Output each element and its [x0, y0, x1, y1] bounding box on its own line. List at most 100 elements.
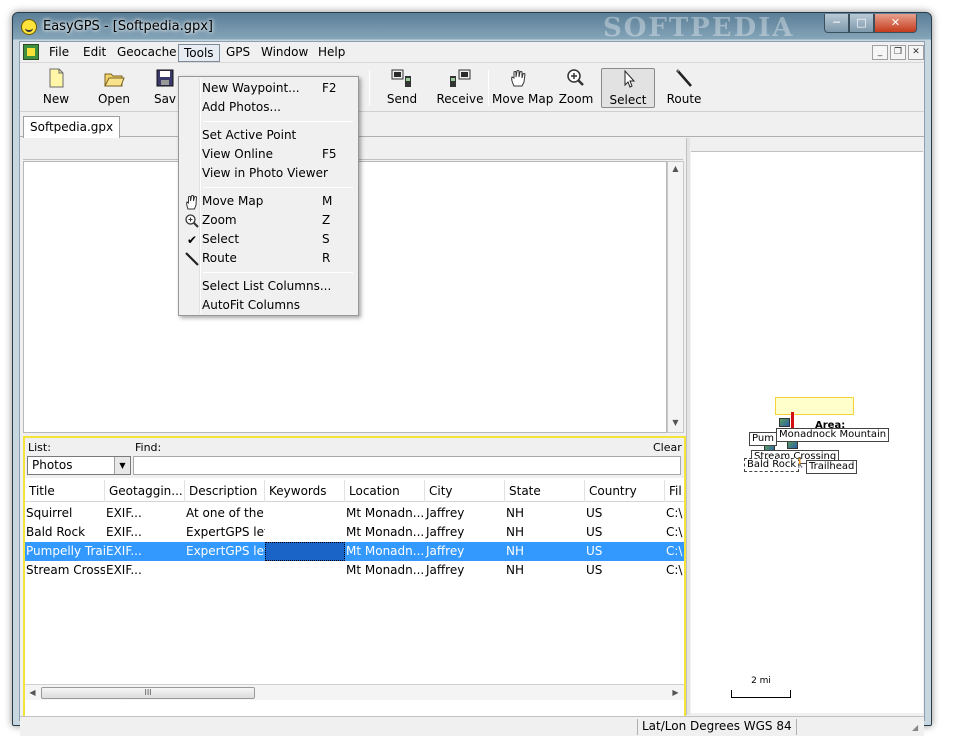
- checkmark-icon: ✔: [186, 233, 198, 247]
- cell-keywords-focused[interactable]: [265, 542, 345, 561]
- clear-button[interactable]: Clear: [653, 441, 682, 454]
- pane-splitter[interactable]: [686, 138, 690, 715]
- menu-item-select[interactable]: ✔ Select S: [181, 230, 356, 249]
- zoom-button[interactable]: Zoom: [555, 68, 597, 108]
- send-button[interactable]: Send: [380, 68, 424, 108]
- scroll-left-icon[interactable]: ◀: [25, 688, 40, 697]
- menu-item-add-photos[interactable]: Add Photos...: [181, 98, 356, 117]
- title-bar[interactable]: EasyGPS - [Softpedia.gpx] SOFTPEDIA ─ □ …: [13, 13, 931, 43]
- cell-location: Mt Monadn...: [346, 506, 425, 520]
- column-header-keywords[interactable]: Keywords: [265, 480, 345, 502]
- save-button[interactable]: Sav: [148, 68, 182, 108]
- scrollbar-thumb[interactable]: III: [41, 687, 255, 699]
- menu-edit[interactable]: Edit: [78, 44, 111, 62]
- menu-help[interactable]: Help: [313, 44, 350, 62]
- open-button[interactable]: Open: [92, 68, 136, 108]
- photo-waypoint-icon[interactable]: [779, 418, 790, 427]
- cell-title: Bald Rock: [26, 525, 86, 539]
- column-header-geotagging[interactable]: Geotaggin...: [105, 480, 185, 502]
- menu-item-view-online[interactable]: View Online F5: [181, 145, 356, 164]
- menu-item-route[interactable]: Route R: [181, 249, 356, 268]
- maximize-button[interactable]: □: [849, 14, 874, 33]
- menu-item-label: New Waypoint...: [202, 81, 300, 95]
- select-button[interactable]: Select: [601, 68, 655, 108]
- route-label: Route: [666, 92, 702, 106]
- chevron-down-icon[interactable]: ▼: [114, 457, 130, 474]
- column-header-country[interactable]: Country: [585, 480, 665, 502]
- map-label-pumpelly[interactable]: Pum: [749, 432, 777, 446]
- menu-item-zoom[interactable]: Zoom Z: [181, 211, 356, 230]
- move-map-label: Move Map: [492, 92, 554, 106]
- menu-gps[interactable]: GPS: [221, 44, 255, 62]
- column-header-description[interactable]: Description: [185, 480, 265, 502]
- menu-tools[interactable]: Tools: [178, 44, 220, 62]
- move-map-button[interactable]: Move Map: [492, 68, 554, 108]
- cell-description: At one of the...: [186, 506, 265, 520]
- document-tabs: Softpedia.gpx: [20, 113, 924, 138]
- find-input[interactable]: [133, 456, 681, 475]
- mdi-restore-button[interactable]: ❐: [890, 45, 906, 60]
- menu-item-new-waypoint[interactable]: New Waypoint... F2: [181, 79, 356, 98]
- menu-item-autofit-columns[interactable]: AutoFit Columns: [181, 296, 356, 315]
- cell-file: C:\: [666, 563, 683, 577]
- menu-item-label: Select List Columns...: [202, 279, 332, 293]
- smiley-app-icon: [21, 19, 37, 35]
- map-pane[interactable]: Area: Pum Monadnock Mountain Stream Cros…: [691, 151, 923, 713]
- cell-location: Mt Monadn...: [346, 525, 425, 539]
- column-header-state[interactable]: State: [505, 480, 585, 502]
- receive-gps-icon: [450, 69, 471, 87]
- detail-vertical-scrollbar[interactable]: ▲ ▼: [667, 161, 684, 433]
- column-header-file[interactable]: Fil: [665, 480, 684, 502]
- column-header-title[interactable]: Title: [25, 480, 105, 502]
- map-label-bald-rock[interactable]: Bald Rock: [744, 458, 800, 472]
- map-label-trailhead[interactable]: Trailhead: [806, 460, 858, 474]
- cell-state: NH: [506, 544, 524, 558]
- menu-item-label: View Online: [202, 147, 273, 161]
- document-icon[interactable]: [23, 44, 39, 60]
- cell-location: Mt Monadn...: [346, 563, 425, 577]
- menu-item-set-active-point[interactable]: Set Active Point: [181, 126, 356, 145]
- zoom-magnifier-icon: [567, 69, 584, 86]
- mdi-minimize-button[interactable]: _: [872, 45, 888, 60]
- menu-item-label: Move Map: [202, 194, 264, 208]
- resize-grip-icon[interactable]: ◢: [912, 723, 922, 733]
- list-type-value: Photos: [32, 458, 73, 472]
- open-label: Open: [97, 92, 131, 106]
- table-row[interactable]: Stream Cross... EXIF... Mt Monadn... Jaf…: [25, 561, 684, 580]
- close-button[interactable]: ✕: [874, 14, 917, 33]
- menu-item-label: Set Active Point: [202, 128, 297, 142]
- menu-file[interactable]: File: [44, 44, 74, 62]
- scroll-up-icon[interactable]: ▲: [668, 164, 683, 173]
- scroll-down-icon[interactable]: ▼: [668, 418, 683, 427]
- cell-keywords: [265, 504, 345, 523]
- table-row[interactable]: Bald Rock EXIF... ExpertGPS let... Mt Mo…: [25, 523, 684, 542]
- menu-window[interactable]: Window: [256, 44, 313, 62]
- cell-keywords: [265, 523, 345, 542]
- cell-geotagging: EXIF...: [106, 506, 142, 520]
- hand-icon: [186, 195, 198, 210]
- tools-dropdown-menu: New Waypoint... F2 Add Photos... Set Act…: [178, 76, 359, 316]
- receive-button[interactable]: Receive: [434, 68, 486, 108]
- mdi-close-button[interactable]: ✕: [908, 45, 924, 60]
- scroll-right-icon[interactable]: ▶: [668, 688, 683, 697]
- route-button[interactable]: Route: [662, 68, 706, 108]
- cell-description: ExpertGPS let...: [186, 525, 265, 539]
- menu-item-select-list-columns[interactable]: Select List Columns...: [181, 277, 356, 296]
- cell-title: Squirrel: [26, 506, 73, 520]
- tab-softpedia-gpx[interactable]: Softpedia.gpx: [23, 116, 121, 138]
- list-horizontal-scrollbar[interactable]: ◀ III ▶: [25, 684, 684, 700]
- trailhead-hiker-icon[interactable]: 🚶: [794, 458, 806, 469]
- column-header-city[interactable]: City: [425, 480, 505, 502]
- menu-item-view-in-photo-viewer[interactable]: View in Photo Viewer: [181, 164, 356, 183]
- menu-geocache[interactable]: Geocache: [112, 44, 182, 62]
- table-row-selected[interactable]: Pumpelly Trail EXIF... ExpertGPS let... …: [25, 542, 684, 561]
- map-label-monadnock-mountain[interactable]: Monadnock Mountain: [776, 428, 890, 442]
- toolbar-separator: [488, 70, 489, 106]
- minimize-button[interactable]: ─: [824, 14, 849, 33]
- menu-item-move-map[interactable]: Move Map M: [181, 192, 356, 211]
- column-header-location[interactable]: Location: [345, 480, 425, 502]
- table-row[interactable]: Squirrel EXIF... At one of the... Mt Mon…: [25, 504, 684, 523]
- route-pencil-icon: [676, 69, 692, 87]
- new-button[interactable]: New: [36, 68, 76, 108]
- list-type-dropdown[interactable]: Photos ▼: [27, 456, 131, 475]
